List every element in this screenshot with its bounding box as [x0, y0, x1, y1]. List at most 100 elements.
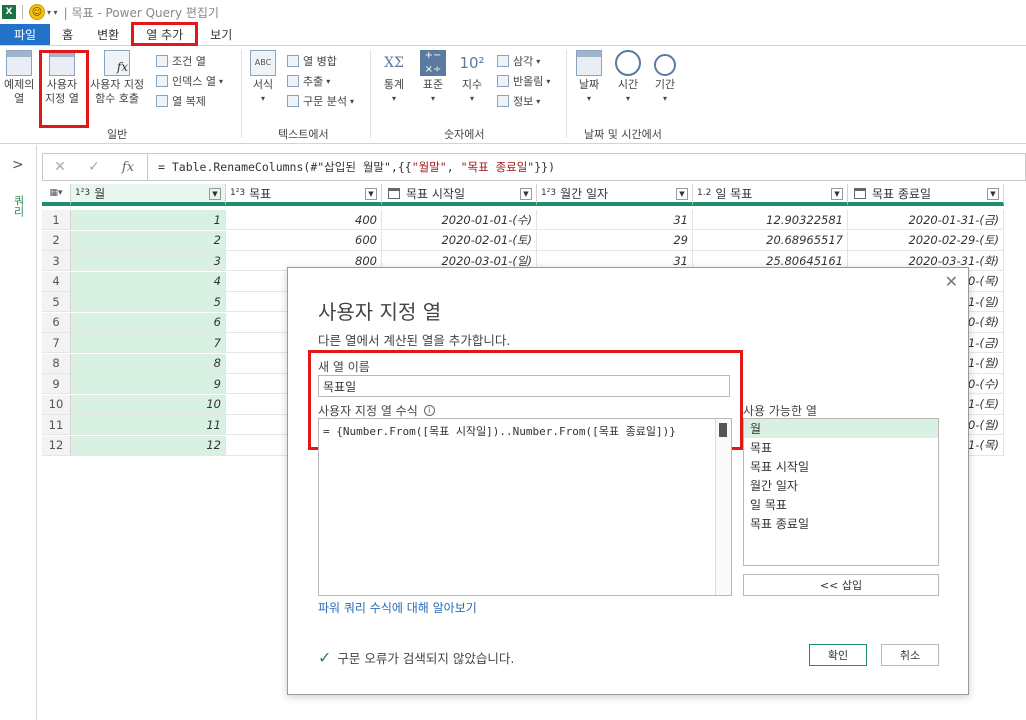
available-column-item[interactable]: 월 — [744, 419, 938, 438]
confirm-formula-icon[interactable]: ✓ — [77, 154, 111, 180]
table-cell[interactable]: 2020-01-31-(금) — [848, 210, 1004, 230]
table-cell[interactable]: 5 — [71, 292, 226, 312]
extract-button[interactable]: 추출 ▾ — [287, 72, 330, 90]
format-button[interactable]: ABC 서식 ▾ — [250, 50, 276, 106]
scientific-button[interactable]: 10² 지수 ▾ — [459, 50, 485, 106]
row-number[interactable]: 12 — [42, 435, 71, 456]
table-cell[interactable]: 2020-01-01-(수) — [382, 210, 537, 230]
available-column-item[interactable]: 월간 일자 — [744, 476, 938, 495]
statistics-button[interactable]: ΧΣ 통계 ▾ — [381, 50, 407, 106]
available-column-item[interactable]: 일 목표 — [744, 495, 938, 514]
table-cell[interactable]: 2 — [71, 230, 226, 251]
row-number[interactable]: 6 — [42, 312, 71, 333]
table-cell[interactable]: 1 — [71, 210, 226, 230]
table-cell[interactable]: 4 — [71, 271, 226, 292]
table-cell[interactable]: 400 — [226, 210, 382, 230]
column-header[interactable]: cal목표 종료일▼ — [848, 184, 1004, 206]
info-icon[interactable]: i — [423, 405, 435, 416]
information-button[interactable]: 정보 ▾ — [497, 92, 540, 110]
available-column-item[interactable]: 목표 시작일 — [744, 457, 938, 476]
expand-chevron-icon[interactable]: > — [12, 157, 24, 173]
conditional-column-button[interactable]: 조건 열 — [156, 52, 206, 70]
tab-view[interactable]: 보기 — [198, 24, 244, 45]
filter-dropdown-icon[interactable]: ▼ — [676, 188, 688, 200]
number-type-icon[interactable]: 1²3 — [541, 188, 556, 198]
table-cell[interactable]: 29 — [537, 230, 693, 251]
rounding-button[interactable]: 반올림 ▾ — [497, 72, 550, 90]
row-number[interactable]: 1 — [42, 210, 71, 230]
date-button[interactable]: 날짜 ▾ — [576, 50, 602, 106]
table-cell[interactable]: 11 — [71, 415, 226, 435]
table-cell[interactable]: 12 — [71, 435, 226, 456]
time-button[interactable]: 시간 ▾ — [615, 50, 641, 106]
table-cell[interactable]: 600 — [226, 230, 382, 251]
row-number[interactable]: 7 — [42, 333, 71, 353]
dropdown-arrow-icon[interactable]: ▾ ▾ — [47, 8, 58, 17]
index-column-button[interactable]: 인덱스 열 ▾ — [156, 72, 223, 90]
filter-dropdown-icon[interactable]: ▼ — [520, 188, 532, 200]
scrollbar-thumb[interactable] — [719, 423, 727, 437]
parse-icon — [287, 95, 299, 107]
column-header[interactable]: 1²3 목표 ▼ — [226, 184, 382, 206]
close-icon[interactable]: ✕ — [945, 272, 958, 291]
new-column-name-input[interactable]: 목표일 — [318, 375, 730, 397]
custom-formula-editor[interactable]: = {Number.From([목표 시작일])..Number.From([목… — [318, 418, 732, 596]
duplicate-column-button[interactable]: 열 복제 — [156, 92, 206, 110]
formula-text[interactable]: = Table.RenameColumns(#"삽입된 월말",{{"월말", … — [158, 159, 555, 175]
ok-button[interactable]: 확인 — [809, 644, 867, 666]
row-number[interactable]: 3 — [42, 251, 71, 271]
row-number[interactable]: 5 — [42, 292, 71, 312]
number-type-icon[interactable]: 1²3 — [230, 188, 245, 198]
filter-dropdown-icon[interactable]: ▼ — [831, 188, 843, 200]
table-cell[interactable]: 6 — [71, 312, 226, 333]
column-header[interactable]: cal목표 시작일▼ — [382, 184, 537, 206]
row-number[interactable]: 2 — [42, 230, 71, 251]
queries-pane-label[interactable]: 쿼리 — [10, 195, 26, 217]
merge-columns-button[interactable]: 열 병합 — [287, 52, 337, 70]
parse-button[interactable]: 구문 분석 ▾ — [287, 92, 354, 110]
row-number[interactable]: 9 — [42, 374, 71, 394]
trigonometry-button[interactable]: 삼각 ▾ — [497, 52, 540, 70]
cancel-formula-icon[interactable]: ✕ — [43, 154, 77, 180]
table-menu-icon[interactable]: ▦▾ — [42, 184, 71, 206]
table-cell[interactable]: 3 — [71, 251, 226, 271]
table-cell[interactable]: 2020-02-29-(토) — [848, 230, 1004, 251]
table-cell[interactable]: 8 — [71, 353, 226, 374]
invoke-custom-function-button[interactable]: fx 사용자 지정 함수 호출 — [90, 50, 144, 106]
editor-scrollbar[interactable] — [715, 419, 731, 595]
table-cell[interactable]: 10 — [71, 394, 226, 415]
column-header[interactable]: 1.2 일 목표 ▼ — [693, 184, 848, 206]
tab-home[interactable]: 홈 — [50, 24, 85, 45]
column-header[interactable]: 1²3 월간 일자 ▼ — [537, 184, 693, 206]
row-number[interactable]: 8 — [42, 353, 71, 374]
row-number[interactable]: 4 — [42, 271, 71, 292]
calculator-icon: +− ×÷ — [420, 50, 446, 76]
filter-dropdown-icon[interactable]: ▼ — [209, 188, 221, 200]
tab-file[interactable]: 파일 — [0, 24, 51, 45]
fx-icon[interactable]: fx — [111, 154, 145, 180]
number-type-icon[interactable]: 1²3 — [75, 188, 90, 198]
table-cell[interactable]: 7 — [71, 333, 226, 353]
available-column-item[interactable]: 목표 — [744, 438, 938, 457]
smiley-feedback-icon[interactable]: ☺ — [29, 4, 45, 20]
table-cell[interactable]: 9 — [71, 374, 226, 394]
insert-button[interactable]: << 삽입 — [743, 574, 939, 596]
standard-button[interactable]: +− ×÷ 표준 ▾ — [420, 50, 446, 106]
column-header[interactable]: 1²3 월 ▼ — [71, 184, 226, 206]
table-cell[interactable]: 2020-02-01-(토) — [382, 230, 537, 251]
table-cell[interactable]: 20.68965517 — [693, 230, 848, 251]
table-cell[interactable]: 12.90322581 — [693, 210, 848, 230]
learn-formulas-link[interactable]: 파워 쿼리 수식에 대해 알아보기 — [318, 599, 477, 616]
row-number[interactable]: 10 — [42, 394, 71, 415]
number-type-icon[interactable]: 1.2 — [697, 188, 711, 198]
available-column-item[interactable]: 목표 종료일 — [744, 514, 938, 533]
duration-button[interactable]: 기간 ▾ — [654, 50, 676, 106]
tab-add-column[interactable]: 열 추가 — [131, 22, 199, 46]
column-from-examples-button[interactable]: 예제의 열 — [4, 50, 34, 106]
row-number[interactable]: 11 — [42, 415, 71, 435]
filter-dropdown-icon[interactable]: ▼ — [987, 188, 999, 200]
cancel-button[interactable]: 취소 — [881, 644, 939, 666]
table-cell[interactable]: 31 — [537, 210, 693, 230]
tab-transform[interactable]: 변환 — [85, 24, 131, 45]
filter-dropdown-icon[interactable]: ▼ — [365, 188, 377, 200]
